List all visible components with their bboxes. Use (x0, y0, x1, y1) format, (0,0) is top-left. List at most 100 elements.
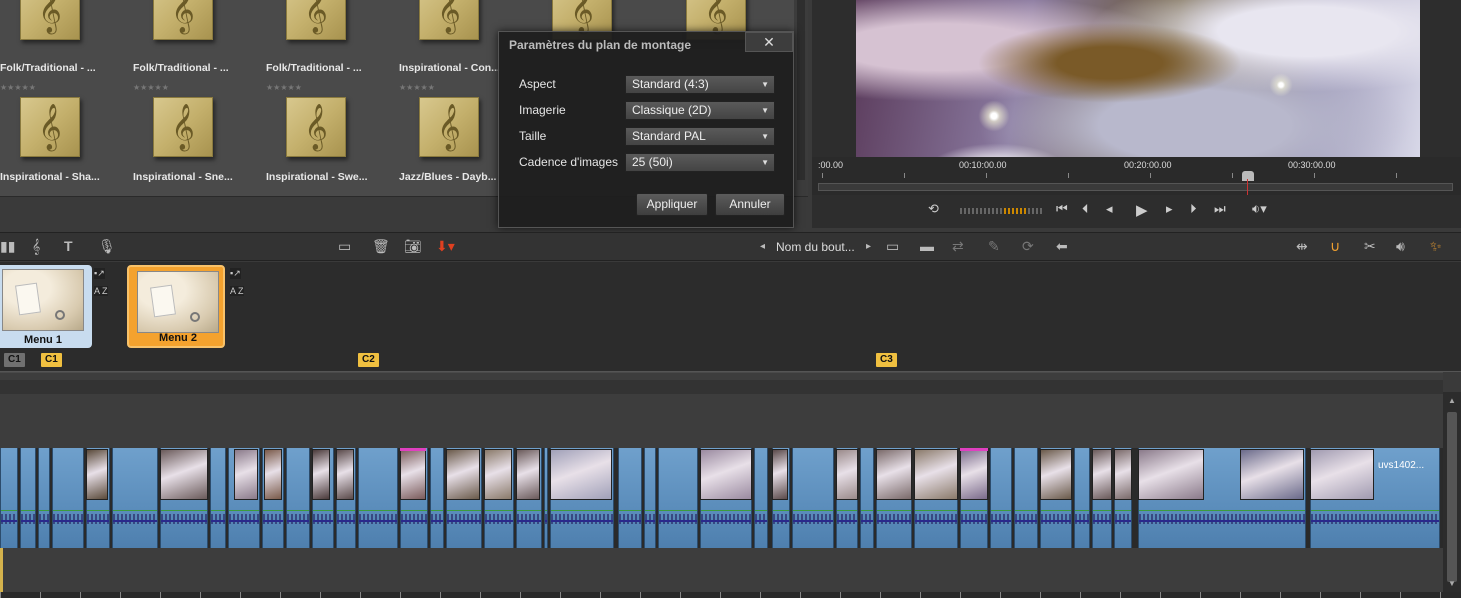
close-button[interactable]: ✕ (745, 32, 793, 52)
clip-volume-line[interactable] (837, 510, 857, 511)
video-clip[interactable] (210, 448, 226, 548)
scroll-down-icon[interactable]: ▼ (1448, 579, 1456, 588)
clip-volume-line[interactable] (161, 510, 207, 511)
size-select[interactable]: Standard PAL ▼ (625, 127, 775, 146)
scrub-bar[interactable] (818, 183, 1453, 191)
preview-ruler[interactable]: :00.00 00:10:00.00 00:20:00.00 00:30:00.… (812, 157, 1461, 195)
clip-volume-line[interactable] (87, 510, 109, 511)
cancel-button[interactable]: Annuler (715, 193, 785, 216)
chapter-marker[interactable]: C1 (41, 353, 62, 367)
next-frame-icon[interactable]: ⏵ (1190, 201, 1197, 217)
clip-volume-line[interactable] (287, 510, 309, 511)
button-name-label[interactable]: Nom du bout... (776, 240, 855, 254)
sort-az-icon[interactable]: A Z (230, 286, 244, 296)
library-item[interactable]: 𝄞 Folk/Traditional - ... ★★★★★ (0, 0, 134, 92)
pin-icon[interactable]: ✎ (988, 238, 1000, 255)
video-clip[interactable] (618, 448, 642, 548)
snapshot-icon[interactable]: 📷︎ (404, 238, 422, 255)
timeline-lower-area[interactable] (0, 548, 1443, 592)
clip-volume-line[interactable] (877, 510, 911, 511)
scroll-up-icon[interactable]: ▲ (1448, 396, 1456, 405)
clip-volume-line[interactable] (793, 510, 833, 511)
video-clip[interactable] (430, 448, 444, 548)
step-back-icon[interactable]: ◂ (1106, 201, 1113, 217)
volume-icon[interactable]: 🔉︎▾ (1252, 201, 1267, 217)
clip-volume-line[interactable] (659, 510, 697, 511)
clip-volume-line[interactable] (517, 510, 541, 511)
clip-volume-line[interactable] (915, 510, 957, 511)
clip-volume-line[interactable] (21, 510, 35, 511)
razor-icon[interactable]: ✂ (1364, 238, 1376, 255)
clip-volume-line[interactable] (53, 510, 83, 511)
clip-volume-line[interactable] (701, 510, 751, 511)
link-icon[interactable]: ⇄ (952, 238, 964, 255)
video-clip[interactable] (358, 448, 398, 548)
library-item[interactable]: 𝄞 Inspirational - Swe... (266, 97, 400, 197)
clip-volume-line[interactable] (313, 510, 333, 511)
rating-stars[interactable]: ★★★★★ (266, 83, 302, 92)
clip-volume-line[interactable] (961, 510, 987, 511)
clip-volume-line[interactable] (113, 510, 157, 511)
video-clip[interactable] (52, 448, 84, 548)
playhead-handle[interactable] (1242, 171, 1254, 181)
rating-stars[interactable]: ★★★★★ (399, 83, 435, 92)
menu-link-icon[interactable]: ▪↗ (230, 268, 241, 279)
video-clip[interactable] (860, 448, 874, 548)
scrollbar-thumb[interactable] (1447, 412, 1457, 582)
video-clip[interactable] (286, 448, 310, 548)
previous-frame-icon[interactable]: ⏴ (1082, 201, 1089, 217)
previous-button-icon[interactable]: ◂ (760, 241, 765, 252)
clip-volume-line[interactable] (1115, 510, 1131, 511)
next-button-icon[interactable]: ▸ (866, 241, 871, 252)
chapter-marker[interactable]: C1 (4, 353, 25, 367)
video-clip[interactable] (20, 448, 36, 548)
timeline-vertical-scrollbar[interactable]: ▲ ▼ (1443, 392, 1461, 592)
comment-icon[interactable]: ▬ (920, 238, 934, 254)
library-item[interactable]: 𝄞 Inspirational - Sne... (133, 97, 267, 197)
video-clip[interactable] (0, 448, 18, 548)
clip-volume-line[interactable] (545, 510, 547, 511)
clip-volume-line[interactable] (337, 510, 355, 511)
rating-stars[interactable]: ★★★★★ (133, 83, 169, 92)
chapter-marker[interactable]: C3 (876, 353, 897, 367)
clip-volume-line[interactable] (485, 510, 513, 511)
marker-icon[interactable]: ⬇▾ (436, 238, 455, 255)
library-item[interactable]: 𝄞 Folk/Traditional - ... ★★★★★ (266, 0, 400, 92)
sync-icon[interactable]: ⟳ (1022, 238, 1034, 255)
trash-icon[interactable]: 🗑︎ (372, 238, 390, 255)
clip-volume-line[interactable] (1041, 510, 1071, 511)
safe-area-icon[interactable]: ▭ (886, 238, 899, 255)
clip-volume-line[interactable] (447, 510, 481, 511)
video-clip[interactable] (544, 448, 548, 548)
aspect-select[interactable]: Standard (4:3) ▼ (625, 75, 775, 94)
clip-volume-line[interactable] (401, 510, 427, 511)
video-clip[interactable] (754, 448, 768, 548)
menu-link-icon[interactable]: ▪↗ (94, 268, 105, 279)
clip-volume-line[interactable] (991, 510, 1011, 511)
clip-volume-line[interactable] (229, 510, 259, 511)
timeline-scale[interactable] (0, 592, 1461, 598)
clip-volume-line[interactable] (1015, 510, 1037, 511)
clip-volume-line[interactable] (551, 510, 613, 511)
audio-scrub-icon[interactable]: 🔊︎ (1396, 238, 1405, 255)
sort-az-icon[interactable]: A Z (94, 286, 108, 296)
microphone-icon[interactable]: 🎙︎ (98, 238, 116, 255)
imagery-select[interactable]: Classique (2D) ▼ (625, 101, 775, 120)
scrollbar-thumb[interactable] (797, 0, 805, 180)
video-clip[interactable] (112, 448, 158, 548)
menu-card[interactable]: Menu 1 (0, 265, 92, 348)
storyboard-icon[interactable]: ▭ (338, 238, 351, 255)
clip-volume-line[interactable] (645, 510, 655, 511)
clip-volume-line[interactable] (359, 510, 397, 511)
video-clip[interactable] (644, 448, 656, 548)
split-icon[interactable]: ⇹ (1296, 238, 1308, 255)
clip-volume-line[interactable] (773, 510, 789, 511)
clip-volume-line[interactable] (619, 510, 641, 511)
clip-volume-line[interactable] (1075, 510, 1089, 511)
apply-button[interactable]: Appliquer (636, 193, 708, 216)
clip-volume-line[interactable] (211, 510, 225, 511)
library-item[interactable]: 𝄞 Inspirational - Sha... (0, 97, 134, 197)
magnet-icon[interactable]: ∪ (1330, 238, 1340, 255)
video-clip[interactable] (38, 448, 50, 548)
return-icon[interactable]: ⬅ (1056, 238, 1068, 255)
